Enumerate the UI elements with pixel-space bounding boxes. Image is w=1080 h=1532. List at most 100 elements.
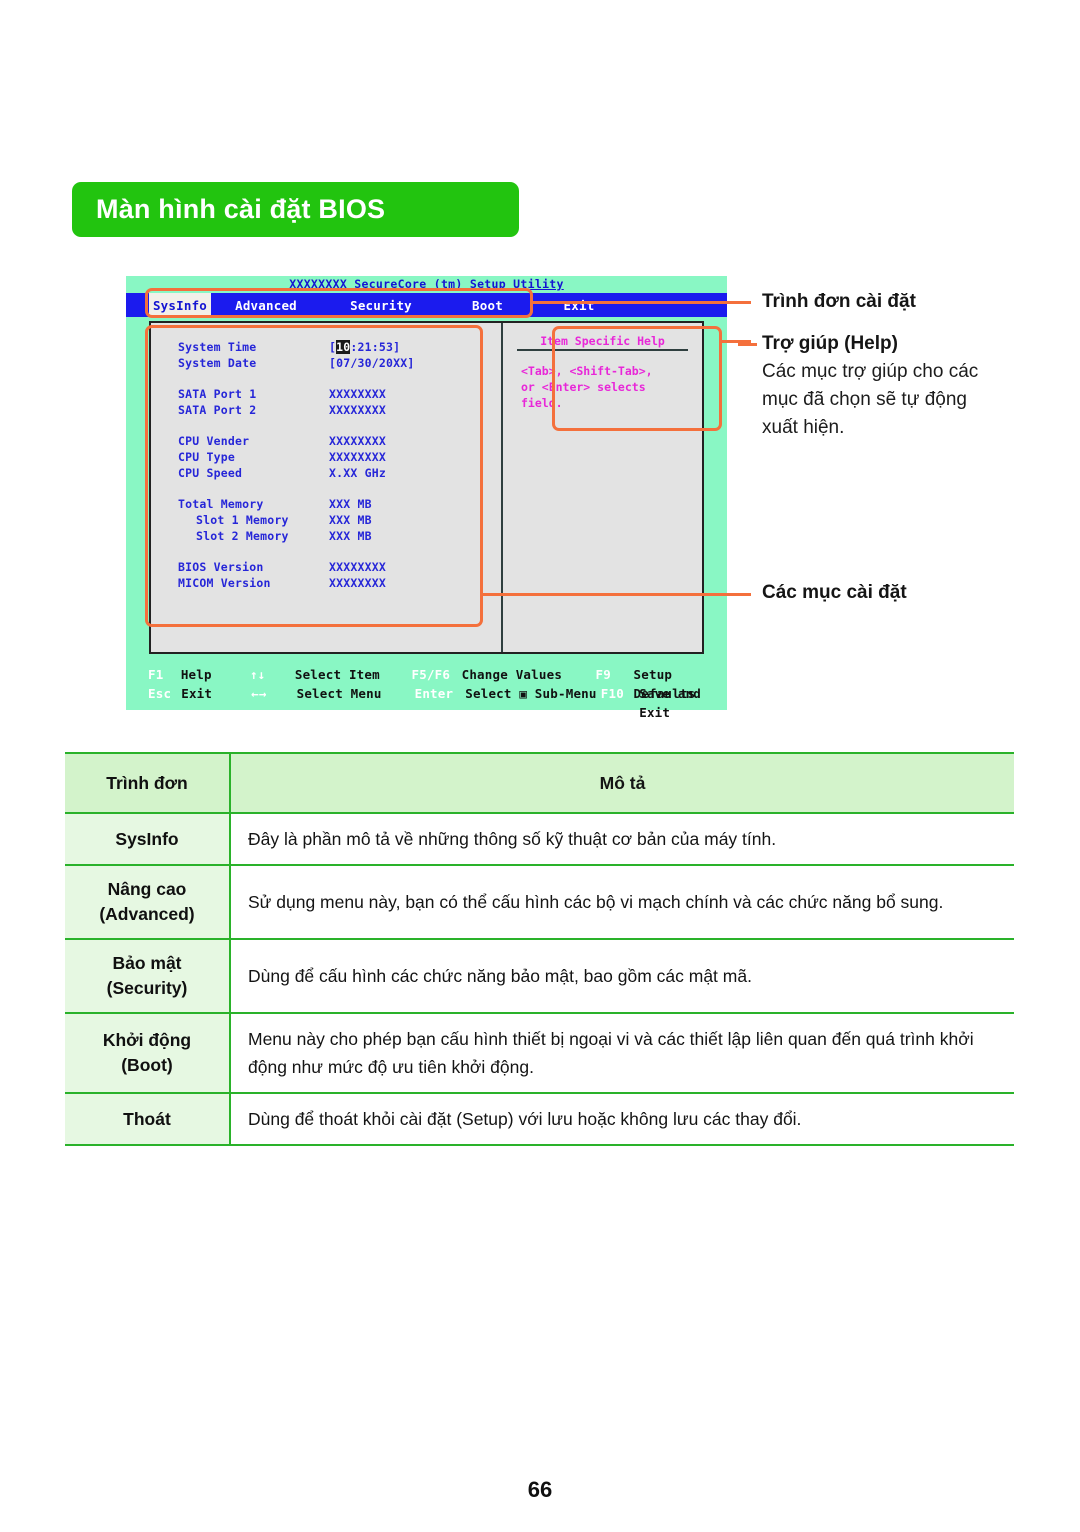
cell-menu-name: Thoát: [65, 1092, 231, 1146]
bios-content-area: System Time [10:21:53] System Date [07/3…: [149, 321, 704, 654]
sysinfo-list: System Time [10:21:53] System Date [07/3…: [151, 323, 501, 591]
key-f1-desc: Help: [180, 667, 212, 682]
bios-help-pane: Item Specific Help <Tab>, <Shift-Tab>, o…: [503, 323, 702, 652]
sysinfo-label: Slot 2 Memory: [196, 529, 289, 543]
value-suffix: :21:53]: [350, 340, 401, 354]
key-f10[interactable]: F10: [601, 684, 639, 703]
sysinfo-label: SATA Port 2: [178, 403, 257, 417]
key-updown-desc: Select Item: [294, 667, 380, 682]
key-f5f6[interactable]: F5/F6: [412, 665, 462, 684]
key-f9-desc: Setup Defaults: [633, 667, 696, 701]
key-leftright[interactable]: ←→: [251, 684, 296, 703]
bios-function-key-bar: F1 Help ↑↓ Select Item F5/F6 Change Valu…: [126, 660, 727, 720]
key-esc[interactable]: Esc: [126, 684, 181, 703]
key-enter[interactable]: Enter: [415, 684, 466, 703]
sysinfo-row-slot-2-memory[interactable]: Slot 2 Memory XXX MB: [151, 528, 501, 544]
sysinfo-label: Slot 1 Memory: [196, 513, 289, 527]
key-esc-desc: Exit: [181, 686, 213, 701]
column-header-menu: Trình đơn: [65, 752, 231, 814]
bios-utility-title: XXXXXXXX SecureCore (tm) Setup Utility: [289, 277, 564, 291]
sysinfo-value: XXXXXXXX: [329, 450, 386, 464]
sysinfo-label: MICOM Version: [178, 576, 271, 590]
sysinfo-row-cpu-type[interactable]: CPU Type XXXXXXXX: [151, 449, 501, 465]
page-number: 66: [527, 1477, 553, 1502]
table-row: Bảo mật (Security) Dùng để cấu hình các …: [65, 938, 1014, 1014]
callout-setup-menu: Trình đơn cài đặt: [762, 291, 916, 313]
sysinfo-label: Total Memory: [178, 497, 264, 511]
sysinfo-gap: [151, 418, 501, 433]
sysinfo-value: XXX MB: [329, 497, 372, 511]
callout-help: Trợ giúp (Help) Các mục trợ giúp cho các…: [738, 333, 1012, 442]
bios-setup-screen: XXXXXXXX SecureCore (tm) Setup Utility S…: [126, 276, 727, 720]
sysinfo-value: [07/30/20XX]: [329, 356, 415, 370]
sysinfo-value: XXX MB: [329, 513, 372, 527]
sysinfo-value: XXX MB: [329, 529, 372, 543]
sysinfo-gap: [151, 371, 501, 386]
table-header-row: Trình đơn Mô tả: [65, 752, 1014, 814]
sysinfo-value: XXXXXXXX: [329, 576, 386, 590]
callout-setup-items: Các mục cài đặt: [762, 582, 907, 604]
bios-tab-sysinfo[interactable]: SysInfo: [149, 293, 211, 317]
sysinfo-row-cpu-vender[interactable]: CPU Vender XXXXXXXX: [151, 433, 501, 449]
bios-tab-advanced[interactable]: Advanced: [211, 293, 321, 317]
function-key-row: Esc Exit ←→ Select Menu Enter Select ▣ S…: [126, 684, 727, 720]
sysinfo-row-slot-1-memory[interactable]: Slot 1 Memory XXX MB: [151, 512, 501, 528]
key-leftright-desc: Select Menu: [296, 686, 382, 701]
bios-tab-exit[interactable]: Exit: [534, 293, 624, 317]
sysinfo-row-system-date[interactable]: System Date [07/30/20XX]: [151, 355, 501, 371]
bios-tab-boot[interactable]: Boot: [441, 293, 534, 317]
sysinfo-value: XXXXXXXX: [329, 434, 386, 448]
sysinfo-label: SATA Port 1: [178, 387, 257, 401]
cell-description: Dùng để cấu hình các chức năng bảo mật, …: [230, 938, 1014, 1014]
sysinfo-value: XXXXXXXX: [329, 560, 386, 574]
menu-bar-left-spacer: [126, 293, 149, 317]
cell-description: Đây là phần mô tả về những thông số kỹ t…: [230, 812, 1014, 866]
page-title: Màn hình cài đặt BIOS: [96, 194, 386, 224]
sysinfo-row-total-memory[interactable]: Total Memory XXX MB: [151, 496, 501, 512]
time-hour-highlight[interactable]: 10: [336, 340, 351, 354]
callout-dash-icon: [738, 343, 757, 346]
table-row: Khởi động (Boot) Menu này cho phép bạn c…: [65, 1012, 1014, 1094]
callout-heading: Trình đơn cài đặt: [762, 291, 916, 312]
key-enter-desc: Select ▣ Sub-Menu: [465, 686, 597, 701]
item-specific-help-heading: Item Specific Help: [517, 331, 688, 351]
key-updown[interactable]: ↑↓: [250, 665, 295, 684]
bios-sysinfo-pane: System Time [10:21:53] System Date [07/3…: [151, 323, 503, 652]
bios-menu-bar: SysInfo Advanced Security Boot Exit: [126, 293, 727, 317]
key-f5f6-desc: Change Values: [461, 667, 563, 682]
sysinfo-row-micom-version[interactable]: MICOM Version XXXXXXXX: [151, 575, 501, 591]
cell-menu-name: SysInfo: [65, 812, 231, 866]
section-title-banner: Màn hình cài đặt BIOS: [72, 182, 519, 237]
sysinfo-row-cpu-speed[interactable]: CPU Speed X.XX GHz: [151, 465, 501, 481]
sysinfo-label: System Time: [178, 340, 257, 354]
sysinfo-label: CPU Speed: [178, 466, 243, 480]
item-specific-help-text: <Tab>, <Shift-Tab>, or <Enter> selects f…: [521, 364, 653, 410]
function-key-row: F1 Help ↑↓ Select Item F5/F6 Change Valu…: [126, 665, 727, 701]
sysinfo-label: CPU Vender: [178, 434, 250, 448]
callout-body: Các mục trợ giúp cho các mục đã chọn sẽ …: [762, 361, 979, 438]
column-header-description: Mô tả: [230, 752, 1014, 814]
sysinfo-gap: [151, 544, 501, 559]
sysinfo-label: BIOS Version: [178, 560, 264, 574]
sysinfo-row-sata-port-1[interactable]: SATA Port 1 XXXXXXXX: [151, 386, 501, 402]
key-f1[interactable]: F1: [126, 665, 181, 684]
sysinfo-row-system-time[interactable]: System Time [10:21:53]: [151, 339, 501, 355]
sysinfo-value: X.XX GHz: [329, 466, 386, 480]
sysinfo-row-sata-port-2[interactable]: SATA Port 2 XXXXXXXX: [151, 402, 501, 418]
callout-heading: Các mục cài đặt: [762, 582, 907, 603]
sysinfo-label: CPU Type: [178, 450, 235, 464]
cell-menu-name: Khởi động (Boot): [65, 1012, 231, 1094]
table-row: Thoát Dùng để thoát khỏi cài đặt (Setup)…: [65, 1092, 1014, 1146]
bios-tab-security[interactable]: Security: [321, 293, 441, 317]
cell-menu-name: Nâng cao (Advanced): [65, 864, 231, 940]
key-f9[interactable]: F9: [596, 665, 634, 684]
sysinfo-gap: [151, 481, 501, 496]
table-row: SysInfo Đây là phần mô tả về những thông…: [65, 812, 1014, 866]
table-row: Nâng cao (Advanced) Sử dụng menu này, bạ…: [65, 864, 1014, 940]
cell-description: Menu này cho phép bạn cấu hình thiết bị …: [230, 1012, 1014, 1094]
sysinfo-row-bios-version[interactable]: BIOS Version XXXXXXXX: [151, 559, 501, 575]
sysinfo-value: XXXXXXXX: [329, 403, 386, 417]
sysinfo-value: [10:21:53]: [329, 339, 400, 355]
cell-menu-name: Bảo mật (Security): [65, 938, 231, 1014]
leader-line-setup-items: [480, 593, 751, 596]
